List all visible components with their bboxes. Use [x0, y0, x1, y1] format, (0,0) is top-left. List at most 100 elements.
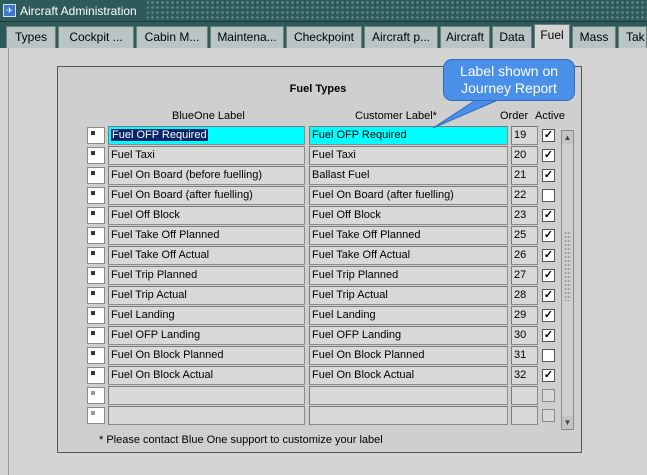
customer-label-field[interactable]: Fuel OFP Required [309, 126, 508, 145]
order-field[interactable]: 21 [511, 166, 538, 185]
tab-types[interactable]: Types [6, 26, 56, 48]
row-selector[interactable] [87, 307, 105, 324]
tab-aircraft[interactable]: Aircraft [440, 26, 490, 48]
row-selector[interactable] [87, 287, 105, 304]
tab-takeoff[interactable]: Tak [618, 26, 647, 48]
order-field[interactable]: 26 [511, 246, 538, 265]
blueone-label-field[interactable]: Fuel Off Block [108, 206, 305, 225]
blueone-label-text: Fuel Taxi [111, 149, 155, 161]
active-checkbox[interactable]: ✓ [542, 229, 555, 242]
customer-label-field[interactable]: Fuel OFP Landing [309, 326, 508, 345]
blueone-label-field[interactable]: Fuel On Board (after fuelling) [108, 186, 305, 205]
active-checkbox[interactable]: ✓ [542, 149, 555, 162]
row-selector[interactable] [87, 347, 105, 364]
customer-label-field[interactable]: Fuel Trip Actual [309, 286, 508, 305]
active-checkbox[interactable]: ✓ [542, 249, 555, 262]
row-selector[interactable] [87, 327, 105, 344]
tab-mass[interactable]: Mass [572, 26, 616, 48]
order-field[interactable]: 30 [511, 326, 538, 345]
scroll-up-icon[interactable]: ▲ [562, 131, 573, 144]
customer-label-field[interactable]: Fuel Trip Planned [309, 266, 508, 285]
blueone-label-field[interactable]: Fuel OFP Landing [108, 326, 305, 345]
row-selector[interactable] [87, 207, 105, 224]
blueone-label-field[interactable]: Fuel OFP Required [108, 126, 305, 145]
order-field[interactable]: 25 [511, 226, 538, 245]
order-field[interactable]: 31 [511, 346, 538, 365]
row-selector[interactable] [87, 187, 105, 204]
header-order: Order [500, 110, 529, 122]
tab-cockpit[interactable]: Cockpit ... [58, 26, 134, 48]
customer-label-field[interactable]: Fuel On Board (after fuelling) [309, 186, 508, 205]
blueone-label-field[interactable]: Fuel Trip Planned [108, 266, 305, 285]
order-field[interactable]: 19 [511, 126, 538, 145]
row-selector[interactable] [87, 367, 105, 384]
blueone-label-field[interactable]: Fuel Take Off Planned [108, 226, 305, 245]
row-selector[interactable] [87, 387, 105, 404]
blueone-label-field[interactable] [108, 406, 305, 425]
active-checkbox[interactable] [542, 409, 555, 422]
row-selector[interactable] [87, 147, 105, 164]
active-checkbox[interactable] [542, 389, 555, 402]
row-selector[interactable] [87, 227, 105, 244]
active-checkbox[interactable]: ✓ [542, 289, 555, 302]
blueone-label-field[interactable]: Fuel On Block Actual [108, 366, 305, 385]
row-selector[interactable] [87, 247, 105, 264]
active-checkbox[interactable]: ✓ [542, 129, 555, 142]
row-selector[interactable] [87, 267, 105, 284]
customer-label-field[interactable]: Fuel Landing [309, 306, 508, 325]
order-field[interactable] [511, 406, 538, 425]
customer-label-field[interactable]: Fuel Off Block [309, 206, 508, 225]
tab-fuel[interactable]: Fuel [534, 24, 570, 49]
blueone-label-text: Fuel Take Off Planned [111, 229, 220, 241]
customer-label-field[interactable]: Fuel Take Off Actual [309, 246, 508, 265]
customer-label-field[interactable]: Fuel On Block Actual [309, 366, 508, 385]
blueone-label-field[interactable]: Fuel Trip Actual [108, 286, 305, 305]
tab-aircraft-p[interactable]: Aircraft p... [364, 26, 438, 48]
blueone-label-field[interactable] [108, 386, 305, 405]
order-field[interactable]: 22 [511, 186, 538, 205]
blueone-label-field[interactable]: Fuel On Block Planned [108, 346, 305, 365]
customer-label-field[interactable]: Fuel Take Off Planned [309, 226, 508, 245]
order-field[interactable]: 20 [511, 146, 538, 165]
row-selector[interactable] [87, 407, 105, 424]
order-field[interactable]: 29 [511, 306, 538, 325]
active-checkbox[interactable]: ✓ [542, 309, 555, 322]
customer-label-field[interactable]: Ballast Fuel [309, 166, 508, 185]
vertical-scrollbar[interactable]: ▲ ▼ [561, 130, 574, 430]
row-marker-icon [91, 271, 95, 275]
order-field[interactable]: 32 [511, 366, 538, 385]
order-field[interactable]: 28 [511, 286, 538, 305]
tab-checkpoint[interactable]: Checkpoint [286, 26, 362, 48]
blueone-label-field[interactable]: Fuel Take Off Actual [108, 246, 305, 265]
active-checkbox[interactable]: ✓ [542, 169, 555, 182]
active-checkbox[interactable]: ✓ [542, 369, 555, 382]
row-selector[interactable] [87, 127, 105, 144]
scroll-down-icon[interactable]: ▼ [562, 416, 573, 429]
active-checkbox[interactable]: ✓ [542, 269, 555, 282]
row-selector[interactable] [87, 167, 105, 184]
table-row: Fuel OFP Required Fuel OFP Required 19 ✓ [87, 125, 557, 145]
order-field[interactable]: 23 [511, 206, 538, 225]
table-row: Fuel Take Off Actual Fuel Take Off Actual… [87, 245, 557, 265]
blueone-label-text: Fuel On Block Actual [111, 369, 214, 381]
blueone-label-field[interactable]: Fuel Taxi [108, 146, 305, 165]
tab-data[interactable]: Data [492, 26, 532, 48]
active-checkbox[interactable] [542, 189, 555, 202]
row-marker-icon [91, 291, 95, 295]
order-field[interactable] [511, 386, 538, 405]
customer-label-field[interactable] [309, 406, 508, 425]
customer-label-field[interactable]: Fuel Taxi [309, 146, 508, 165]
blueone-label-field[interactable]: Fuel Landing [108, 306, 305, 325]
active-checkbox[interactable] [542, 349, 555, 362]
tab-cabin[interactable]: Cabin M... [136, 26, 208, 48]
blueone-label-field[interactable]: Fuel On Board (before fuelling) [108, 166, 305, 185]
active-checkbox[interactable]: ✓ [542, 209, 555, 222]
active-checkbox[interactable]: ✓ [542, 329, 555, 342]
customer-label-field[interactable] [309, 386, 508, 405]
tab-maintenance[interactable]: Maintena... [210, 26, 284, 48]
scrollbar-grip[interactable] [564, 231, 571, 301]
customer-label-field[interactable]: Fuel On Block Planned [309, 346, 508, 365]
fuel-tab-page: Fuel Types BlueOne Label Customer Label*… [8, 48, 647, 475]
order-field[interactable]: 27 [511, 266, 538, 285]
row-marker-icon [91, 231, 95, 235]
